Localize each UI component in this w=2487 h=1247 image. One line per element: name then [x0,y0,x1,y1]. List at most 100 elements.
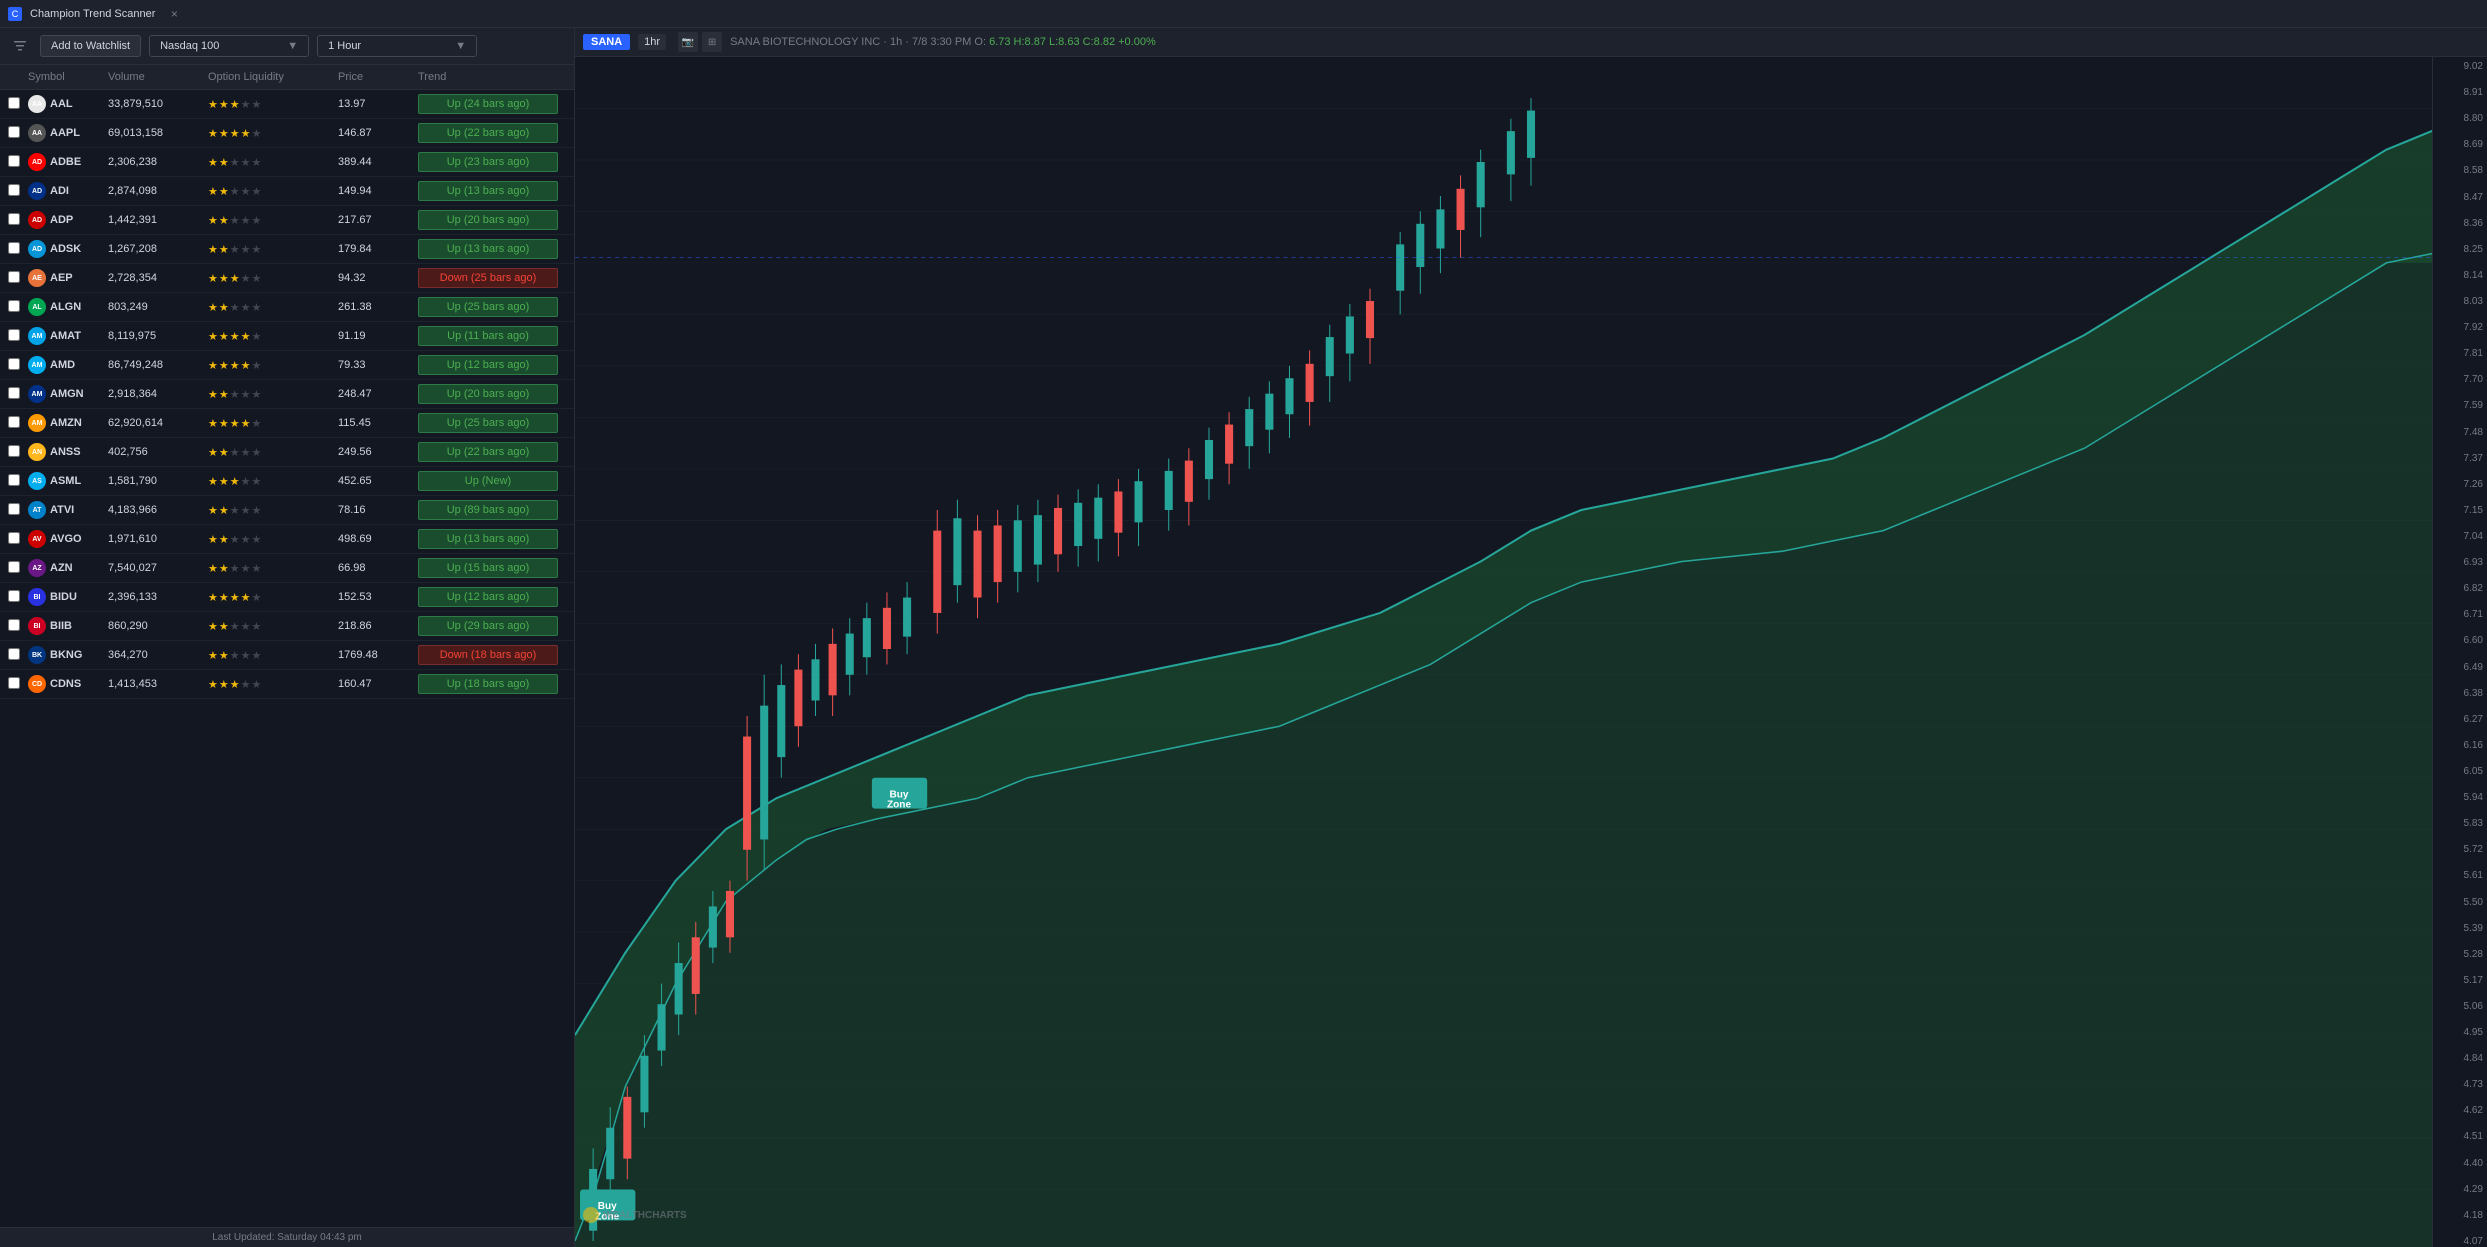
row-checkbox[interactable] [8,561,20,573]
table-row[interactable]: AD ADSK 1,267,208 ★★★★★ 179.84 Up (13 ba… [0,235,574,264]
star-icon: ★ [230,649,240,662]
row-checkbox[interactable] [8,242,20,254]
trend-badge: Up (15 bars ago) [418,558,558,578]
table-row[interactable]: BI BIIB 860,290 ★★★★★ 218.86 Up (29 bars… [0,612,574,641]
row-checkbox[interactable] [8,184,20,196]
row-checkbox[interactable] [8,97,20,109]
star-icon: ★ [219,678,229,691]
star-icon: ★ [219,272,229,285]
table-row[interactable]: AA AAL 33,879,510 ★★★★★ 13.97 Up (24 bar… [0,90,574,119]
volume-text: 2,728,354 [108,272,208,284]
table-row[interactable]: AE AEP 2,728,354 ★★★★★ 94.32 Down (25 ba… [0,264,574,293]
symbol-cell: AM AMGN [28,385,108,403]
star-icon: ★ [208,591,218,604]
trend-badge: Up (23 bars ago) [418,152,558,172]
trend-badge: Up (29 bars ago) [418,616,558,636]
symbol-text: ADI [50,185,69,197]
row-checkbox[interactable] [8,387,20,399]
table-row[interactable]: BI BIDU 2,396,133 ★★★★★ 152.53 Up (12 ba… [0,583,574,612]
trend-badge-container: Up (29 bars ago) [418,616,568,636]
row-checkbox[interactable] [8,416,20,428]
table-row[interactable]: AT ATVI 4,183,966 ★★★★★ 78.16 Up (89 bar… [0,496,574,525]
trend-badge: Up (New) [418,471,558,491]
hour-dropdown[interactable]: 1 Hour ▼ [317,35,477,57]
price-axis-label: 6.60 [2437,635,2483,646]
star-icon: ★ [252,504,262,517]
volume-text: 33,879,510 [108,98,208,110]
table-row[interactable]: AM AMZN 62,920,614 ★★★★★ 115.45 Up (25 b… [0,409,574,438]
row-checkbox[interactable] [8,155,20,167]
volume-text: 402,756 [108,446,208,458]
table-row[interactable]: AM AMAT 8,119,975 ★★★★★ 91.19 Up (11 bar… [0,322,574,351]
row-checkbox[interactable] [8,677,20,689]
table-row[interactable]: AL ALGN 803,249 ★★★★★ 261.38 Up (25 bars… [0,293,574,322]
table-row[interactable]: AD ADI 2,874,098 ★★★★★ 149.94 Up (13 bar… [0,177,574,206]
row-checkbox[interactable] [8,271,20,283]
volume-text: 1,267,208 [108,243,208,255]
table-row[interactable]: AZ AZN 7,540,027 ★★★★★ 66.98 Up (15 bars… [0,554,574,583]
table-row[interactable]: AA AAPL 69,013,158 ★★★★★ 146.87 Up (22 b… [0,119,574,148]
row-checkbox[interactable] [8,590,20,602]
star-icon: ★ [219,446,229,459]
symbol-cell: AE AEP [28,269,108,287]
price-text: 217.67 [338,214,418,226]
chart-tool-camera[interactable]: 📷 [678,32,698,52]
price-text: 160.47 [338,678,418,690]
row-checkbox[interactable] [8,445,20,457]
star-icon: ★ [208,301,218,314]
chart-tool-expand[interactable]: ⊞ [702,32,722,52]
filter-icon[interactable] [8,34,32,58]
symbol-text: ADSK [50,243,81,255]
star-icon: ★ [219,388,229,401]
row-checkbox[interactable] [8,329,20,341]
star-icon: ★ [219,417,229,430]
table-row[interactable]: AM AMGN 2,918,364 ★★★★★ 248.47 Up (20 ba… [0,380,574,409]
row-checkbox[interactable] [8,532,20,544]
add-to-watchlist-button[interactable]: Add to Watchlist [40,35,141,57]
row-checkbox[interactable] [8,126,20,138]
checkbox-header [8,71,28,83]
symbol-text: ADBE [50,156,81,168]
trend-badge-container: Up (25 bars ago) [418,413,568,433]
table-row[interactable]: BK BKNG 364,270 ★★★★★ 1769.48 Down (18 b… [0,641,574,670]
price-text: 66.98 [338,562,418,574]
row-checkbox[interactable] [8,503,20,515]
table-row[interactable]: CD CDNS 1,413,453 ★★★★★ 160.47 Up (18 ba… [0,670,574,699]
star-icon: ★ [208,649,218,662]
star-icon: ★ [219,649,229,662]
price-axis-label: 9.02 [2437,61,2483,72]
option-liquidity-header: Option Liquidity [208,71,338,83]
row-checkbox[interactable] [8,474,20,486]
row-checkbox[interactable] [8,648,20,660]
nasdaq-dropdown[interactable]: Nasdaq 100 ▼ [149,35,309,57]
price-axis-label: 4.62 [2437,1105,2483,1116]
table-row[interactable]: AM AMD 86,749,248 ★★★★★ 79.33 Up (12 bar… [0,351,574,380]
star-icon: ★ [219,127,229,140]
stars-container: ★★★★★ [208,272,338,285]
stock-logo: AD [28,153,46,171]
stars-container: ★★★★★ [208,185,338,198]
row-checkbox[interactable] [8,300,20,312]
star-icon: ★ [219,620,229,633]
row-checkbox[interactable] [8,213,20,225]
volume-text: 1,581,790 [108,475,208,487]
stock-logo: AM [28,414,46,432]
table-row[interactable]: AN ANSS 402,756 ★★★★★ 249.56 Up (22 bars… [0,438,574,467]
symbol-text: AMD [50,359,75,371]
price-axis-label: 6.49 [2437,662,2483,673]
nasdaq-label: Nasdaq 100 [160,40,219,52]
table-row[interactable]: AV AVGO 1,971,610 ★★★★★ 498.69 Up (13 ba… [0,525,574,554]
price-text: 452.65 [338,475,418,487]
star-icon: ★ [230,214,240,227]
trend-badge-container: Up (13 bars ago) [418,529,568,549]
row-checkbox[interactable] [8,619,20,631]
table-row[interactable]: AS ASML 1,581,790 ★★★★★ 452.65 Up (New) [0,467,574,496]
price-axis-label: 4.07 [2437,1236,2483,1247]
row-checkbox[interactable] [8,358,20,370]
price-axis-label: 4.18 [2437,1210,2483,1221]
symbol-text: AZN [50,562,73,574]
price-axis-label: 7.37 [2437,453,2483,464]
table-row[interactable]: AD ADBE 2,306,238 ★★★★★ 389.44 Up (23 ba… [0,148,574,177]
table-row[interactable]: AD ADP 1,442,391 ★★★★★ 217.67 Up (20 bar… [0,206,574,235]
close-button[interactable]: × [167,7,181,21]
